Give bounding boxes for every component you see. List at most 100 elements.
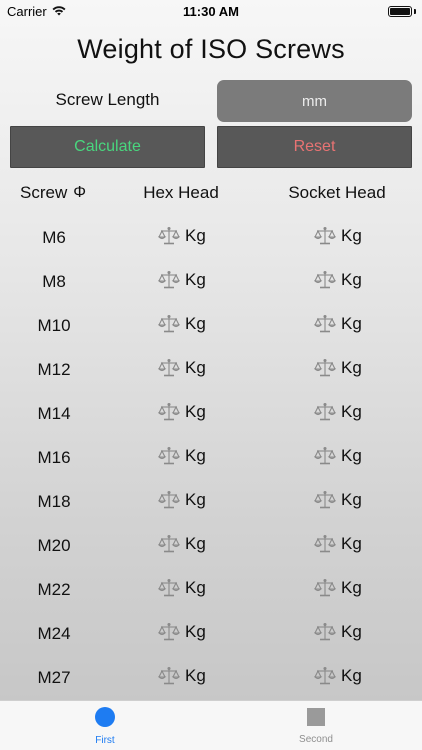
table-row: M20 Kg Kg <box>0 524 422 568</box>
scale-icon <box>314 534 341 554</box>
screw-length-input[interactable] <box>217 80 412 122</box>
hex-weight-unit: Kg <box>185 534 206 553</box>
scale-icon <box>158 314 185 334</box>
screw-column-header: Screw Φ <box>20 183 86 203</box>
screw-size: M12 <box>37 360 71 379</box>
screw-size: M24 <box>37 624 71 643</box>
scale-icon <box>314 226 341 246</box>
screw-size: M10 <box>37 316 71 335</box>
table-row: M8 Kg Kg <box>0 260 422 304</box>
battery-icon <box>388 6 412 17</box>
scale-icon <box>314 270 341 290</box>
scale-icon <box>158 666 185 686</box>
hex-weight-unit: Kg <box>185 314 206 333</box>
socket-weight-unit: Kg <box>341 578 362 597</box>
scale-icon <box>158 578 185 598</box>
status-bar: Carrier 11:30 AM <box>0 0 422 24</box>
table-row: M24 Kg Kg <box>0 612 422 656</box>
socket-weight: Kg <box>314 578 362 598</box>
socket-weight: Kg <box>314 314 362 334</box>
hex-weight: Kg <box>158 402 206 422</box>
hex-weight-unit: Kg <box>185 578 206 597</box>
calculate-button[interactable]: Calculate <box>10 126 205 168</box>
table-row: M12 Kg Kg <box>0 348 422 392</box>
socket-weight-unit: Kg <box>341 622 362 641</box>
socket-weight: Kg <box>314 358 362 378</box>
hex-weight: Kg <box>158 534 206 554</box>
hex-weight-unit: Kg <box>185 402 206 421</box>
screw-size: M18 <box>37 492 71 511</box>
table-row: M16 Kg Kg <box>0 436 422 480</box>
hex-weight: Kg <box>158 358 206 378</box>
socket-weight-unit: Kg <box>341 534 362 553</box>
screw-size: M16 <box>37 448 71 467</box>
socket-weight: Kg <box>314 226 362 246</box>
table-row: M18 Kg Kg <box>0 480 422 524</box>
table-row: M27 Kg Kg <box>0 656 422 700</box>
scale-icon <box>158 402 185 422</box>
socket-weight: Kg <box>314 270 362 290</box>
hex-weight: Kg <box>158 490 206 510</box>
hex-weight-unit: Kg <box>185 622 206 641</box>
hex-head-column-header: Hex Head <box>143 183 219 202</box>
hex-weight: Kg <box>158 226 206 246</box>
hex-weight-unit: Kg <box>185 666 206 685</box>
tab-second[interactable]: Second <box>256 707 376 745</box>
hex-weight-unit: Kg <box>185 446 206 465</box>
tab-bar: First Second <box>0 700 422 750</box>
table-row: M6 Kg Kg <box>0 216 422 260</box>
second-tab-label: Second <box>299 734 333 745</box>
hex-weight: Kg <box>158 666 206 686</box>
screw-size: M20 <box>37 536 71 555</box>
table-header: Screw Φ Hex Head Socket Head <box>0 183 422 205</box>
socket-weight: Kg <box>314 446 362 466</box>
socket-weight-unit: Kg <box>341 666 362 685</box>
first-tab-icon <box>95 707 115 727</box>
scale-icon <box>158 226 185 246</box>
page-title: Weight of ISO Screws <box>77 34 345 64</box>
screw-size: M6 <box>42 228 66 247</box>
scale-icon <box>158 446 185 466</box>
socket-weight-unit: Kg <box>341 446 362 465</box>
reset-button[interactable]: Reset <box>217 126 412 168</box>
table-row: M22 Kg Kg <box>0 568 422 612</box>
battery-tip <box>414 9 416 14</box>
socket-weight-unit: Kg <box>341 270 362 289</box>
scale-icon <box>158 534 185 554</box>
second-tab-icon <box>307 708 325 726</box>
socket-weight: Kg <box>314 666 362 686</box>
hex-weight: Kg <box>158 622 206 642</box>
socket-head-column-header: Socket Head <box>288 183 386 202</box>
scale-icon <box>158 490 185 510</box>
screw-table: M6 Kg Kg M8 Kg Kg M10 Kg Kg M12 Kg Kg M14 Kg Kg M16 Kg Kg… <box>0 216 422 700</box>
table-row: M14 Kg Kg <box>0 392 422 436</box>
screw-header-label: Screw <box>20 183 68 202</box>
screw-size: M27 <box>37 668 71 687</box>
diameter-icon: Φ <box>73 184 86 201</box>
scale-icon <box>314 358 341 378</box>
scale-icon <box>314 622 341 642</box>
scale-icon <box>314 490 341 510</box>
socket-weight-unit: Kg <box>341 226 362 245</box>
hex-weight: Kg <box>158 270 206 290</box>
scale-icon <box>314 446 341 466</box>
tab-first[interactable]: First <box>45 707 165 746</box>
scale-icon <box>158 270 185 290</box>
socket-weight: Kg <box>314 402 362 422</box>
socket-weight: Kg <box>314 622 362 642</box>
socket-weight-unit: Kg <box>341 490 362 509</box>
hex-weight-unit: Kg <box>185 358 206 377</box>
screw-size: M8 <box>42 272 66 291</box>
first-tab-label: First <box>95 735 115 746</box>
table-row: M10 Kg Kg <box>0 304 422 348</box>
screw-size: M14 <box>37 404 71 423</box>
hex-weight-unit: Kg <box>185 270 206 289</box>
hex-weight: Kg <box>158 578 206 598</box>
scale-icon <box>314 578 341 598</box>
screw-size: M22 <box>37 580 71 599</box>
hex-weight: Kg <box>158 446 206 466</box>
screw-length-label: Screw Length <box>55 90 160 109</box>
scale-icon <box>314 666 341 686</box>
socket-weight-unit: Kg <box>341 314 362 333</box>
socket-weight: Kg <box>314 490 362 510</box>
